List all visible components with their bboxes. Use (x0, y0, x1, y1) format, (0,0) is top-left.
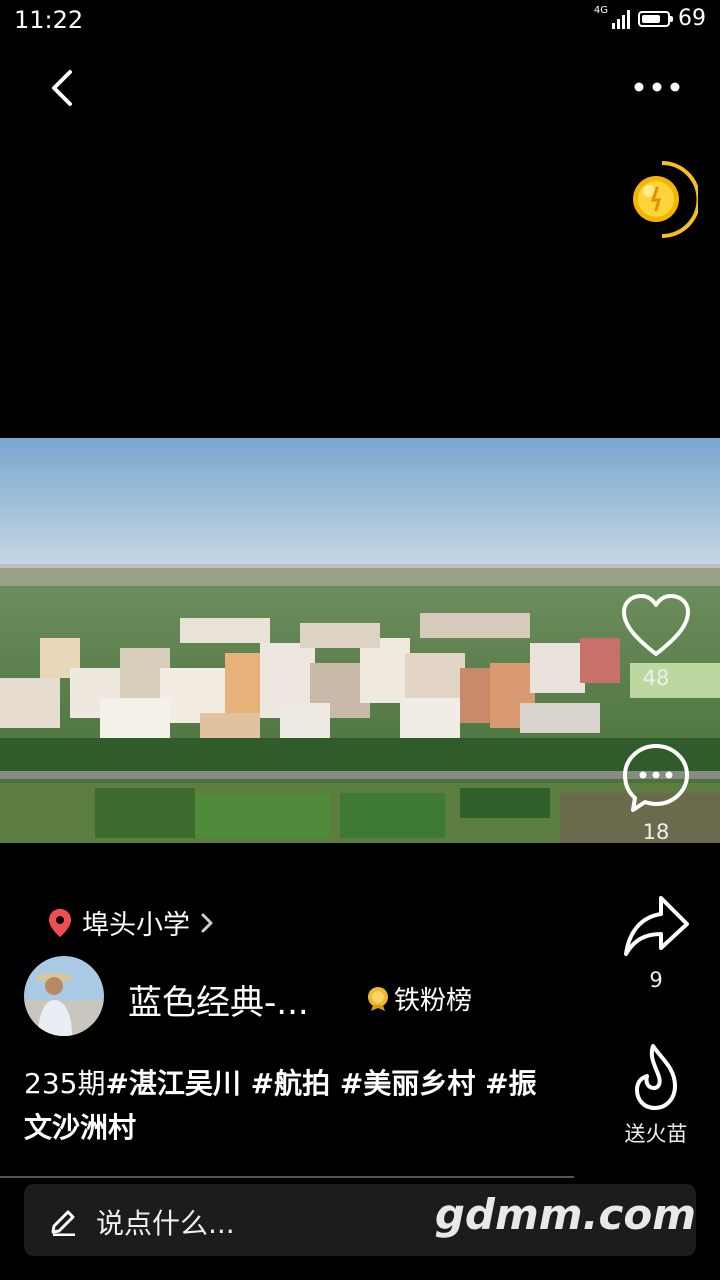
like-count: 48 (642, 666, 670, 690)
location-pin-icon (49, 908, 71, 937)
battery-level: 69 (678, 6, 706, 31)
author-avatar[interactable] (24, 956, 104, 1036)
comment-placeholder: 说点什么... (96, 1207, 235, 1240)
status-icons: 4G 69 (593, 5, 706, 31)
post-caption: 235期#湛江吴川 #航拍 #美丽乡村 #振文沙洲村 (24, 1062, 554, 1150)
comment-bubble-icon (623, 744, 689, 812)
send-fire-button[interactable]: 送火苗 (606, 1042, 706, 1148)
share-button[interactable]: 9 (611, 892, 701, 992)
avatar-image (24, 956, 104, 1036)
status-time: 11:22 (14, 6, 84, 34)
location-link[interactable]: 埠头小学 (48, 903, 214, 942)
comment-button[interactable]: 18 (611, 742, 701, 844)
more-dots-icon (634, 82, 680, 92)
back-button[interactable] (42, 64, 86, 112)
medal-icon (368, 986, 388, 1011)
fans-ranking-link[interactable]: 铁粉榜 (366, 980, 472, 1017)
location-name: 埠头小学 (82, 910, 190, 941)
reward-coin-button[interactable] (626, 158, 701, 240)
back-arrow-icon (52, 70, 72, 106)
gold-coin-icon (633, 161, 701, 238)
watermark: gdmm.com (434, 1190, 696, 1239)
author-name[interactable]: 蓝色经典-... (128, 975, 309, 1024)
share-arrow-icon (624, 896, 689, 956)
battery-icon (638, 10, 673, 27)
pencil-icon (51, 1210, 75, 1236)
flame-icon (635, 1044, 677, 1110)
network-type: 4G (593, 5, 608, 16)
caption-prefix: 235期 (24, 1067, 106, 1100)
like-button[interactable]: 48 (611, 592, 701, 690)
divider (0, 1176, 574, 1178)
send-fire-label: 送火苗 (624, 1122, 688, 1146)
share-count: 9 (649, 968, 663, 992)
fans-ranking-label: 铁粉榜 (394, 986, 473, 1016)
comment-count: 18 (642, 820, 670, 844)
chevron-right-icon (201, 913, 213, 932)
more-options-button[interactable] (630, 70, 684, 104)
signal-icon (612, 9, 630, 29)
heart-icon (622, 594, 690, 656)
status-bar: 11:22 4G 69 (0, 0, 720, 40)
